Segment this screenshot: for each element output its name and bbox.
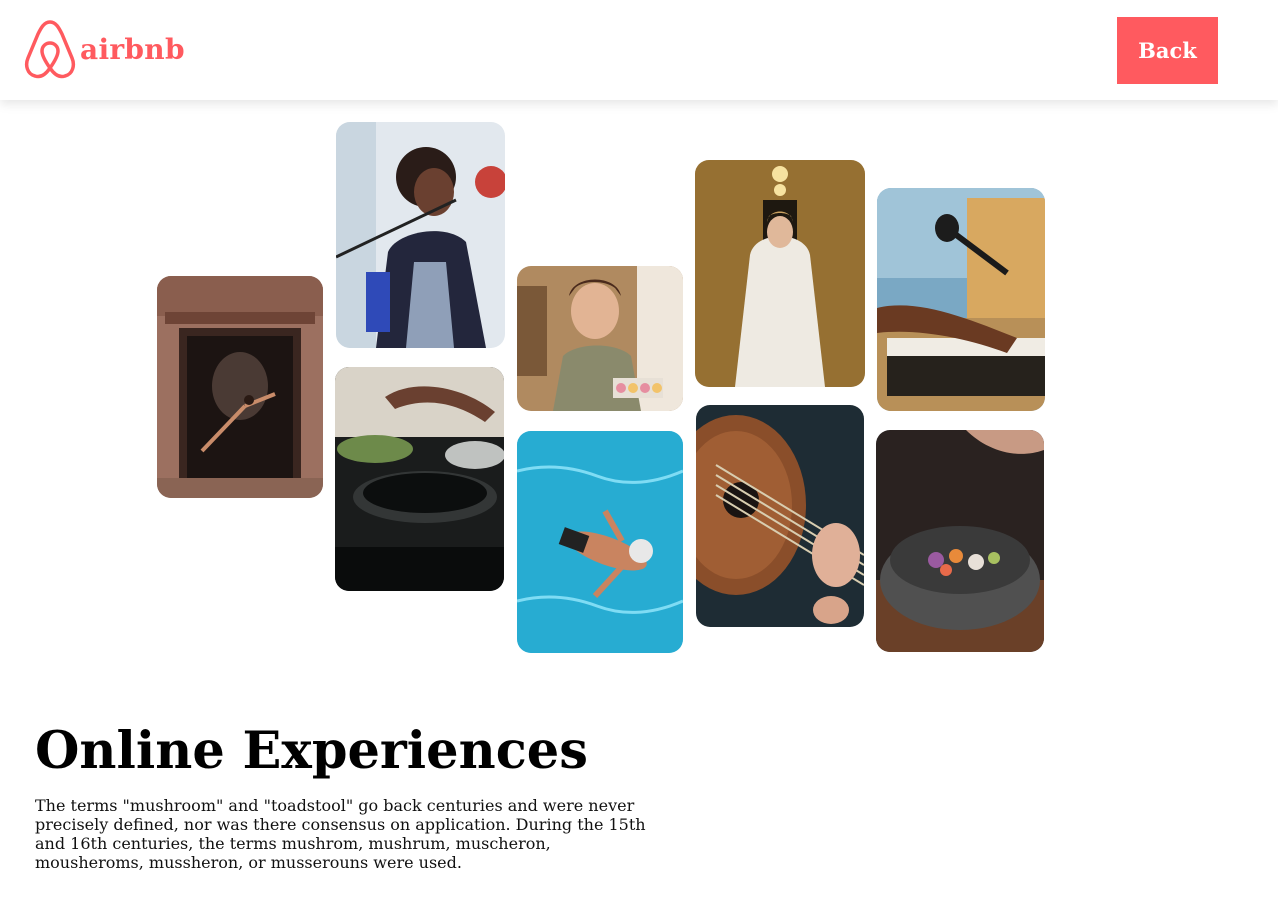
airbnb-logo-icon xyxy=(24,20,76,79)
brand-logo[interactable]: airbnb xyxy=(22,18,185,80)
page-description: The terms "mushroom" and "toadstool" go … xyxy=(35,796,646,872)
singer-photo xyxy=(336,122,505,348)
cooking-photo xyxy=(335,367,504,591)
baker-photo xyxy=(517,266,683,411)
guitar-photo xyxy=(696,405,864,627)
bride-photo xyxy=(695,160,865,387)
brand-name: airbnb xyxy=(80,32,185,66)
page-title: Online Experiences xyxy=(35,721,588,781)
swimmer-photo xyxy=(517,431,683,653)
top-navbar: airbnb Back xyxy=(0,0,1278,100)
dancer-photo xyxy=(157,276,323,498)
keyboard-photo xyxy=(877,188,1045,411)
food-bowl-photo xyxy=(876,430,1044,652)
back-button[interactable]: Back xyxy=(1117,17,1218,84)
